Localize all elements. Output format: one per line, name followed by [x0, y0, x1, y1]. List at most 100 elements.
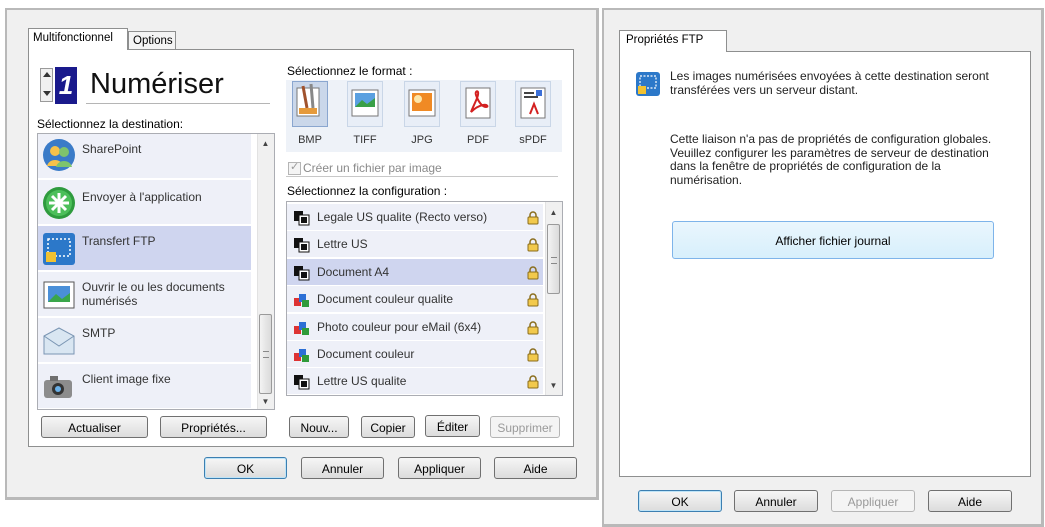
- lock-icon: [527, 238, 539, 252]
- lock-icon: [527, 266, 539, 280]
- lock-icon: [527, 293, 539, 307]
- bmp-paint-icon: [296, 83, 320, 117]
- list-item[interactable]: Document couleur: [287, 341, 543, 368]
- jpg-image-icon: [408, 89, 436, 117]
- cancel-button[interactable]: Annuler: [734, 490, 818, 512]
- color-blocks-icon: [294, 349, 309, 362]
- format-label-spdf: sPDF: [519, 134, 547, 146]
- list-item-label: Client image fixe: [82, 372, 171, 386]
- tab-ftp-properties[interactable]: Propriétés FTP: [619, 30, 727, 52]
- format-tiff-button[interactable]: [347, 81, 383, 127]
- list-item-label: Document A4: [317, 264, 390, 279]
- list-item[interactable]: Legale US qualite (Recto verso): [287, 204, 543, 231]
- edit-config-button[interactable]: Éditer: [425, 415, 480, 437]
- list-item[interactable]: Envoyer à l'application: [38, 180, 251, 226]
- tiff-image-icon: [351, 89, 379, 117]
- list-item-label: Transfert FTP: [82, 234, 156, 248]
- action-underline: [86, 103, 270, 104]
- list-item[interactable]: Lettre US: [287, 231, 543, 259]
- format-pdf-button[interactable]: [460, 81, 496, 127]
- counter-spinner[interactable]: [40, 68, 53, 102]
- ok-button[interactable]: OK: [638, 490, 722, 512]
- bw-page-icon: [294, 238, 310, 253]
- apply-button[interactable]: Appliquer: [831, 490, 915, 512]
- destination-scrollbar[interactable]: ▲ ▼: [257, 134, 274, 409]
- scroll-up-icon[interactable]: ▲: [258, 136, 273, 151]
- format-bmp-button[interactable]: [292, 81, 328, 127]
- copy-config-button[interactable]: Copier: [361, 416, 415, 438]
- bw-page-icon: [294, 375, 310, 390]
- format-spdf-button[interactable]: [515, 81, 551, 127]
- format-label-jpg: JPG: [411, 134, 433, 146]
- ftp-info-text: Les images numérisées envoyées à cette d…: [670, 69, 989, 97]
- scrollbar-thumb[interactable]: [547, 224, 560, 294]
- counter-display: 1: [55, 67, 77, 104]
- spdf-icon: [520, 87, 546, 119]
- tab-content-ftp: [619, 51, 1031, 477]
- lock-icon: [527, 211, 539, 225]
- list-item[interactable]: Document couleur qualite: [287, 286, 543, 314]
- list-item-label: Document couleur qualite: [317, 292, 454, 307]
- help-button[interactable]: Aide: [494, 457, 577, 479]
- list-item-label: SharePoint: [82, 142, 142, 156]
- list-item[interactable]: Transfert FTP: [38, 226, 251, 272]
- configuration-label: Sélectionnez la configuration :: [287, 184, 448, 198]
- cancel-button[interactable]: Annuler: [301, 457, 384, 479]
- format-jpg-button[interactable]: [404, 81, 440, 127]
- one-file-per-image-checkbox[interactable]: ✓: [288, 161, 301, 175]
- green-plus-icon: [43, 187, 75, 219]
- configuration-list[interactable]: Legale US qualite (Recto verso) Lettre US…: [286, 201, 563, 396]
- format-label-pdf: PDF: [467, 134, 489, 146]
- scrollbar-thumb[interactable]: [259, 314, 272, 394]
- list-item[interactable]: Client image fixe: [38, 364, 251, 409]
- list-item[interactable]: Photo couleur pour eMail (6x4): [287, 313, 543, 341]
- document-image-icon: [43, 281, 75, 309]
- tab-multifonctionnel[interactable]: Multifonctionnel: [28, 28, 128, 50]
- ok-button[interactable]: OK: [204, 457, 287, 479]
- list-item-label: SMTP: [82, 326, 116, 340]
- spin-down-icon[interactable]: [43, 91, 51, 96]
- color-blocks-icon: [294, 294, 309, 308]
- list-item[interactable]: Ouvrir le ou les documents numérisés: [38, 272, 251, 318]
- properties-button[interactable]: Propriétés...: [160, 416, 267, 438]
- delete-config-button[interactable]: Supprimer: [490, 416, 560, 438]
- destination-list[interactable]: SharePoint Envoyer à l'application Trans…: [37, 133, 275, 410]
- action-title: Numériser: [90, 68, 224, 100]
- apply-button[interactable]: Appliquer: [398, 457, 481, 479]
- new-config-button[interactable]: Nouv...: [289, 416, 349, 438]
- list-item[interactable]: Document A4: [287, 258, 543, 286]
- format-divider: [286, 176, 558, 177]
- tab-options[interactable]: Options: [128, 31, 176, 51]
- format-label-bmp: BMP: [298, 134, 322, 146]
- list-item-label: Lettre US qualite: [317, 374, 407, 389]
- list-item-label: Ouvrir le ou les documents numérisés: [82, 280, 225, 308]
- color-blocks-icon: [294, 321, 309, 335]
- ftp-config-note: Cette liaison n'a pas de propriétés de c…: [670, 132, 992, 187]
- lock-icon: [527, 375, 539, 389]
- check-icon: ✓: [290, 161, 300, 173]
- list-item[interactable]: SharePoint: [38, 134, 251, 180]
- format-label-tiff: TIFF: [353, 134, 377, 146]
- ftp-icon: [43, 233, 75, 265]
- scroll-up-icon[interactable]: ▲: [546, 205, 561, 220]
- format-label: Sélectionnez le format :: [287, 64, 413, 78]
- list-item-label: Lettre US: [317, 237, 368, 252]
- spin-up-icon[interactable]: [43, 72, 51, 77]
- lock-icon: [527, 348, 539, 362]
- bw-page-icon: [294, 211, 310, 226]
- refresh-button[interactable]: Actualiser: [41, 416, 148, 438]
- bw-page-icon: [294, 265, 310, 281]
- configuration-scrollbar[interactable]: ▲ ▼: [545, 202, 562, 395]
- camera-icon: [44, 376, 72, 398]
- view-log-file-button[interactable]: Afficher fichier journal: [672, 221, 994, 259]
- list-item[interactable]: SMTP: [38, 318, 251, 364]
- pdf-icon: [465, 87, 491, 119]
- scroll-down-icon[interactable]: ▼: [546, 378, 561, 393]
- list-item-label: Photo couleur pour eMail (6x4): [317, 319, 482, 334]
- ftp-icon: [636, 72, 660, 96]
- counter-value: 1: [58, 70, 74, 100]
- sharepoint-icon: [43, 139, 75, 171]
- list-item[interactable]: Lettre US qualite: [287, 368, 543, 395]
- scroll-down-icon[interactable]: ▼: [258, 394, 273, 409]
- help-button[interactable]: Aide: [928, 490, 1012, 512]
